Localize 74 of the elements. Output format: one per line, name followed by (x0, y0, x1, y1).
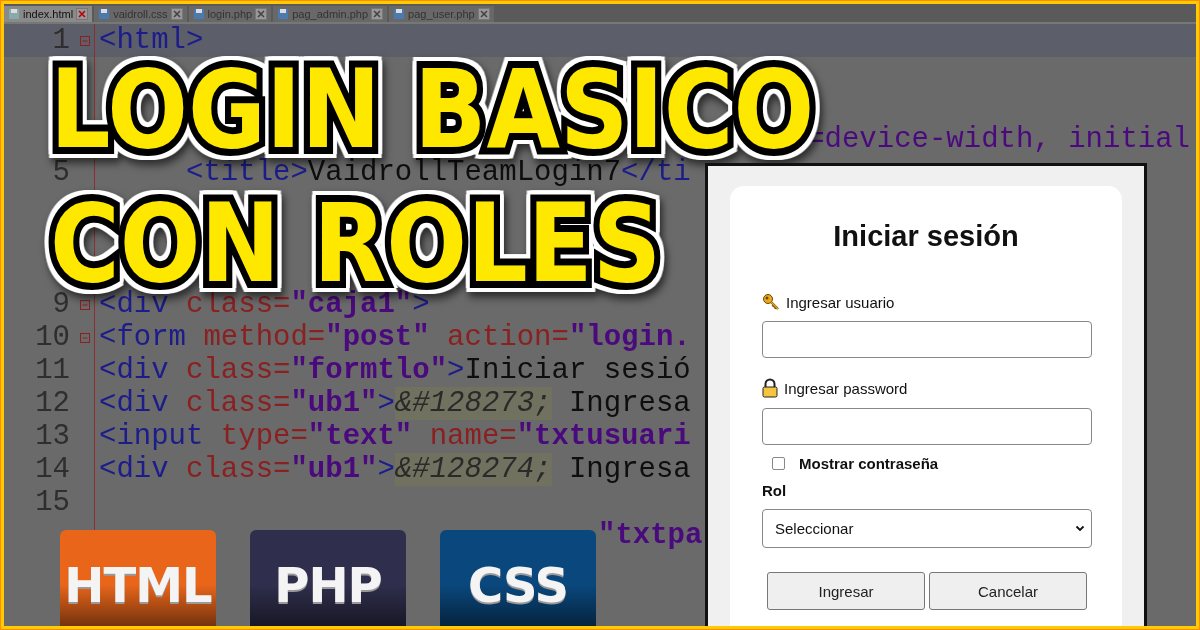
code-token: <div (99, 288, 169, 321)
code-token: "login. (568, 321, 691, 354)
code-token: "ub1" (290, 387, 378, 420)
form-button[interactable]: Ingresar (767, 572, 925, 610)
key-icon (762, 293, 780, 311)
code-token: > (447, 354, 465, 387)
code-token: Iniciar sesió (464, 354, 691, 387)
form-button[interactable]: Cancelar (929, 572, 1087, 610)
code-token: name= (428, 420, 517, 453)
code-token: action= (446, 321, 569, 354)
code-token: "formtlo" (290, 354, 448, 387)
code-token: method= (202, 321, 326, 354)
code-token: > (412, 288, 430, 321)
field-label: Ingresar password (784, 379, 908, 397)
code-token: type= (219, 420, 308, 453)
file-icon (8, 8, 20, 20)
line-number: 11 (35, 354, 70, 387)
code-token: class= (185, 453, 291, 486)
code-token: <div (99, 354, 169, 387)
chevron-icon (1075, 525, 1085, 532)
code-token: class= (185, 387, 291, 420)
close-icon[interactable] (371, 8, 384, 20)
code-token: "txtusuari (516, 420, 691, 453)
code-token: VaidrollTeamLogin7 (307, 156, 622, 189)
code-token: </ti (621, 156, 691, 189)
code-token: class= (185, 288, 291, 321)
line-number: 14 (35, 453, 70, 486)
login-title: Iniciar sesión (832, 220, 1020, 253)
code-token: Ingresa (567, 387, 691, 420)
code-token: <div (99, 453, 169, 486)
code-token: class= (185, 354, 291, 387)
code-token: > (377, 387, 395, 420)
close-icon[interactable] (255, 8, 268, 20)
lock-icon (762, 378, 778, 398)
line-number: 5 (52, 156, 70, 189)
line-number: 13 (35, 420, 70, 453)
code-token: "ub1" (290, 453, 378, 486)
file-icon (277, 8, 290, 20)
code-token: > (377, 453, 395, 486)
line-number: 15 (35, 486, 70, 519)
code-token: &#128273; (394, 387, 552, 420)
fold-icon[interactable] (80, 299, 90, 310)
file-icon (393, 8, 406, 20)
file-icon (98, 8, 111, 20)
checkbox-label: Mostrar contraseña (799, 455, 939, 472)
file-tab[interactable]: index.html (4, 6, 93, 22)
code-token: "txtpa (598, 519, 703, 552)
code-token: <form (99, 321, 186, 354)
line-number: 9 (52, 288, 70, 321)
line-number: 12 (35, 387, 70, 420)
line-number: 1 (52, 24, 70, 57)
checkbox[interactable] (772, 457, 785, 470)
close-icon[interactable] (477, 8, 490, 20)
password-field[interactable] (762, 408, 1092, 445)
role-select[interactable]: Seleccionar (762, 509, 1092, 548)
code-token: "caja1" (290, 288, 413, 321)
field-label: Rol (762, 482, 787, 499)
line-number: 10 (35, 321, 70, 354)
close-icon[interactable] (76, 8, 89, 20)
file-icon (192, 8, 205, 20)
code-token: "post" (325, 321, 430, 354)
code-token: <div (99, 387, 169, 420)
code-token: "text" (307, 420, 413, 453)
code-token: <title> (185, 156, 308, 189)
username-field[interactable] (762, 321, 1092, 358)
code-token: <html> (99, 24, 204, 57)
code-token: <input (99, 420, 204, 453)
logo-badge: CSS (440, 530, 596, 626)
logo-badge: HTML (60, 530, 216, 626)
close-icon[interactable] (170, 8, 183, 20)
code-token: &#128274; (394, 453, 552, 486)
code-token: Ingresa (567, 453, 691, 486)
field-label: Ingresar usuario (786, 293, 895, 311)
logo-badge: PHP (250, 530, 406, 626)
